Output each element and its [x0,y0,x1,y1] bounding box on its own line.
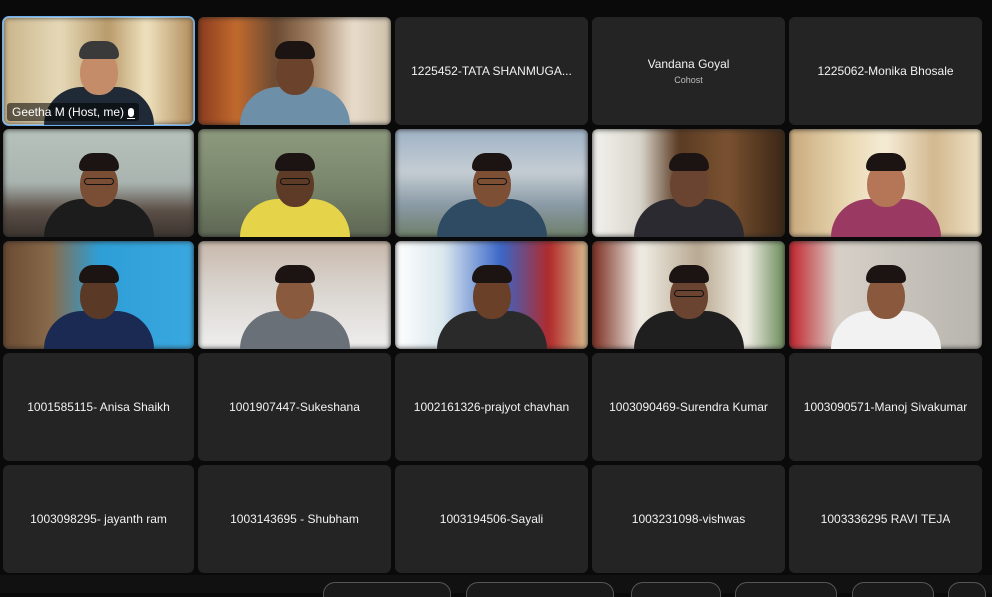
toolbar-button[interactable] [466,582,614,597]
participant-tile[interactable]: 1225452-TATA SHANMUGA... [395,17,588,125]
participant-video [198,129,391,237]
video-tile[interactable] [789,129,982,237]
participant-video [789,241,982,349]
participant-name: 1001585115- Anisa Shaikh [27,400,170,414]
self-video: Geetha M (Host, me) [3,17,194,125]
participant-tile[interactable]: 1001585115- Anisa Shaikh [3,353,194,461]
participant-tile[interactable]: 1002161326-prajyot chavhan [395,353,588,461]
video-tile[interactable] [3,241,194,349]
video-tile-self[interactable]: Geetha M (Host, me) [2,16,195,126]
participant-video [3,241,194,349]
participant-video [789,129,982,237]
self-name: Geetha M (Host, me) [12,105,125,119]
video-tile[interactable] [395,241,588,349]
video-tile[interactable] [198,241,391,349]
toolbar-button[interactable] [631,582,721,597]
participant-name: Vandana Goyal [647,57,730,71]
participant-name: 1225452-TATA SHANMUGA... [411,64,572,78]
video-tile[interactable] [395,129,588,237]
toolbar-button[interactable] [735,582,837,597]
self-name-tag: Geetha M (Host, me) [7,103,140,121]
participant-name: 1003098295- jayanth ram [30,512,167,526]
participant-tile[interactable]: 1003143695 - Shubham [198,465,391,573]
video-tile[interactable] [789,241,982,349]
participant-video [592,129,785,237]
participant-role: Cohost [674,75,703,85]
participant-tile[interactable]: 1003090571-Manoj Sivakumar [789,353,982,461]
participant-video [198,241,391,349]
toolbar-button[interactable] [948,582,986,597]
participant-name: 1002161326-prajyot chavhan [413,400,570,414]
participant-tile[interactable]: 1003336295 RAVI TEJA [789,465,982,573]
participant-tile[interactable]: 1003098295- jayanth ram [3,465,194,573]
participant-video [395,129,588,237]
video-tile[interactable] [592,129,785,237]
meeting-toolbar [0,575,992,597]
participant-grid: Geetha M (Host, me) 1225452-TATA SHANMUG… [2,16,982,573]
toolbar-button[interactable] [852,582,934,597]
video-tile[interactable] [592,241,785,349]
participant-tile[interactable]: 1225062-Monika Bhosale [789,17,982,125]
participant-video [3,129,194,237]
participant-name: 1003143695 - Shubham [230,512,359,526]
participant-tile[interactable]: 1003090469-Surendra Kumar [592,353,785,461]
participant-tile[interactable]: 1001907447-Sukeshana [198,353,391,461]
participant-video [395,241,588,349]
microphone-icon [127,107,136,119]
participant-tile[interactable]: Vandana Goyal Cohost [592,17,785,125]
participant-tile[interactable]: 1003231098-vishwas [592,465,785,573]
participant-name: 1003194506-Sayali [439,512,544,526]
participant-name: 1001907447-Sukeshana [229,400,360,414]
video-tile[interactable] [198,17,391,125]
participant-tile[interactable]: 1003194506-Sayali [395,465,588,573]
participant-name: 1003090571-Manoj Sivakumar [803,400,968,414]
participant-video [198,17,391,125]
participant-name: 1003336295 RAVI TEJA [820,512,951,526]
participant-video [592,241,785,349]
participant-name: 1225062-Monika Bhosale [817,64,954,78]
video-tile[interactable] [3,129,194,237]
video-tile[interactable] [198,129,391,237]
participant-name: 1003231098-vishwas [631,512,746,526]
toolbar-button[interactable] [323,582,451,597]
participant-name: 1003090469-Surendra Kumar [609,400,768,414]
